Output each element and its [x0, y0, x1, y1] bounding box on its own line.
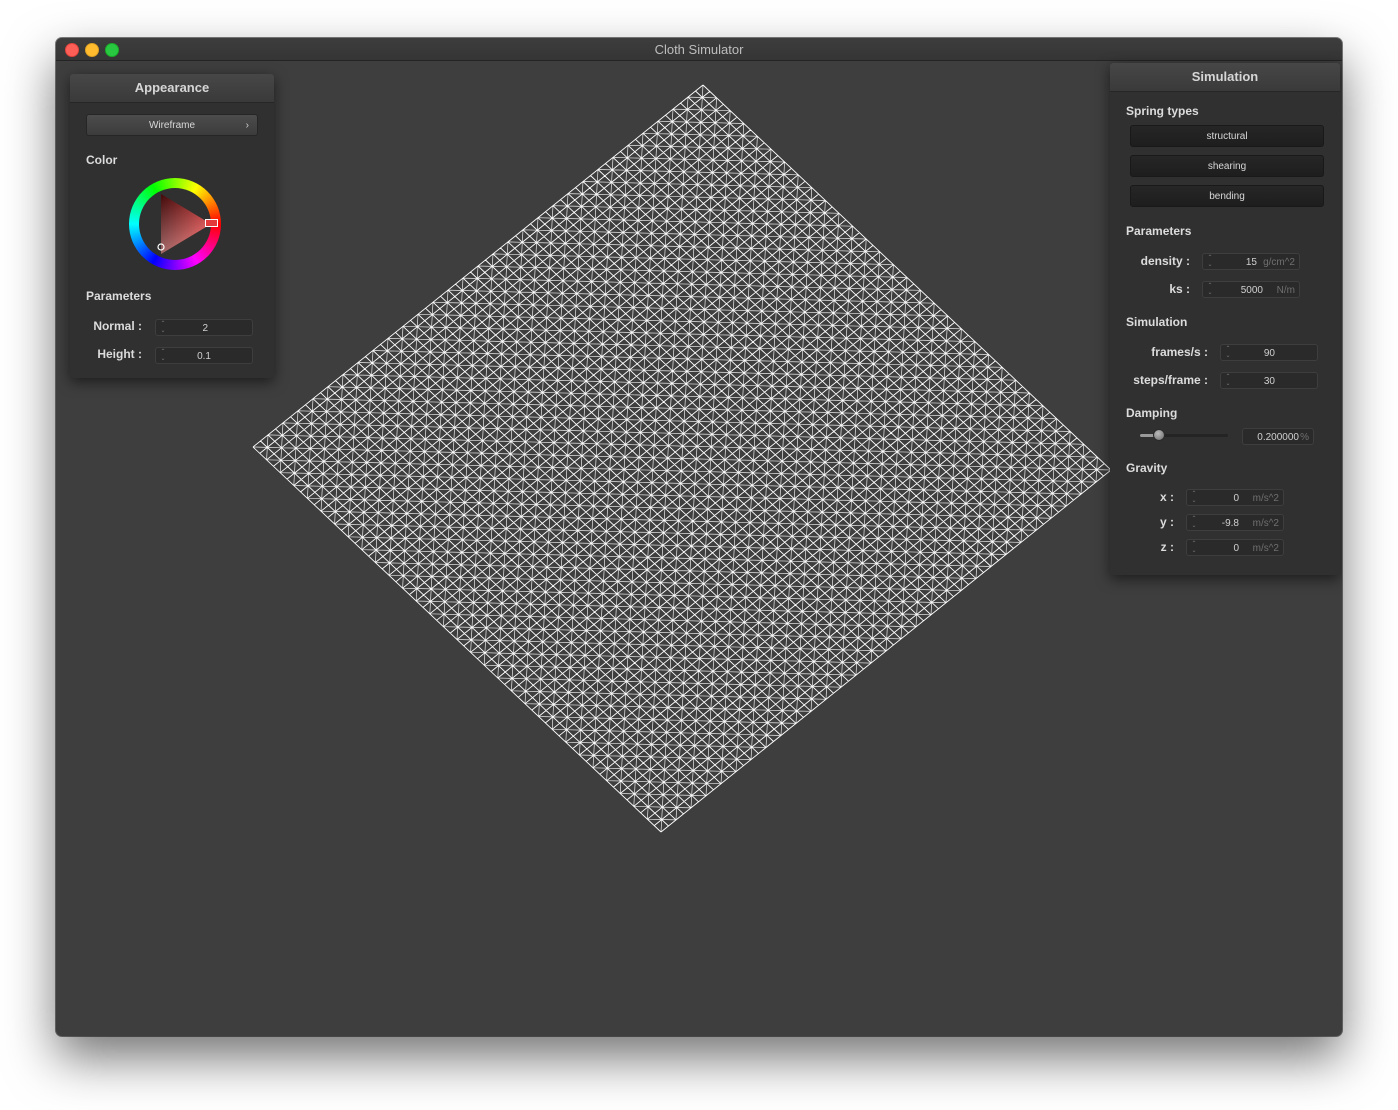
normal-label: Normal : [93, 319, 142, 333]
appearance-panel-title[interactable]: Appearance [70, 74, 274, 103]
height-input[interactable]: ⌃ ⌄ 0.1 [155, 347, 253, 364]
simulation-viewport[interactable]: Appearance Wireframe › Color Parameters … [56, 61, 1342, 1036]
bending-button[interactable]: bending [1130, 185, 1324, 207]
height-label: Height : [97, 347, 142, 361]
hue-marker[interactable] [205, 219, 218, 227]
color-wheel[interactable] [129, 178, 221, 270]
gravity-x-input[interactable]: ⌃ ⌄ 0 m/s^2 [1186, 489, 1284, 506]
structural-button[interactable]: structural [1130, 125, 1324, 147]
stepper-icon[interactable]: ⌃ ⌄ [160, 349, 166, 363]
stepper-icon[interactable]: ⌃ ⌄ [1225, 374, 1231, 388]
simulation-section-label: Simulation [1126, 315, 1188, 329]
stepper-icon[interactable]: ⌃ ⌄ [160, 321, 166, 335]
gravity-z-label: z : [1160, 540, 1174, 554]
appearance-panel: Appearance Wireframe › Color Parameters … [70, 74, 274, 378]
gravity-y-label: y : [1159, 515, 1174, 529]
shader-dropdown-label: Wireframe [148, 120, 196, 131]
sim-parameters-label: Parameters [1126, 224, 1192, 238]
frames-per-sec-input[interactable]: ⌃ ⌄ 90 [1220, 344, 1318, 361]
gravity-z-input[interactable]: ⌃ ⌄ 0 m/s^2 [1186, 539, 1284, 556]
gravity-x-label: x : [1159, 490, 1174, 504]
stepper-icon[interactable]: ⌃ ⌄ [1207, 255, 1213, 269]
steps-per-frame-input[interactable]: ⌃ ⌄ 30 [1220, 372, 1318, 389]
stepper-icon[interactable]: ⌃ ⌄ [1191, 541, 1197, 555]
title-bar: Cloth Simulator [56, 38, 1342, 61]
color-label: Color [86, 153, 118, 167]
ks-label: ks : [1169, 282, 1190, 296]
density-input[interactable]: ⌃ ⌄ 15 g/cm^2 [1202, 253, 1300, 270]
app-window: Cloth Simulator Appearance Wireframe › C… [56, 38, 1342, 1036]
stepper-icon[interactable]: ⌃ ⌄ [1207, 283, 1213, 297]
ks-input[interactable]: ⌃ ⌄ 5000 N/m [1202, 281, 1300, 298]
stepper-icon[interactable]: ⌃ ⌄ [1191, 516, 1197, 530]
simulation-panel: Simulation Spring types structural shear… [1110, 63, 1340, 575]
gravity-y-input[interactable]: ⌃ ⌄ -9.8 m/s^2 [1186, 514, 1284, 531]
steps-per-frame-label: steps/frame : [1133, 373, 1208, 387]
stepper-icon[interactable]: ⌃ ⌄ [1191, 491, 1197, 505]
normal-input[interactable]: ⌃ ⌄ 2 [155, 319, 253, 336]
density-label: density : [1140, 254, 1190, 268]
damping-label: Damping [1126, 406, 1178, 420]
shader-dropdown[interactable]: Wireframe › [86, 114, 258, 136]
gravity-label: Gravity [1126, 461, 1168, 475]
spring-types-label: Spring types [1126, 104, 1199, 118]
damping-slider-knob[interactable] [1152, 429, 1165, 441]
appearance-parameters-label: Parameters [86, 289, 152, 303]
chevron-right-icon: › [245, 120, 249, 131]
stepper-icon[interactable]: ⌃ ⌄ [1225, 346, 1231, 360]
simulation-panel-title[interactable]: Simulation [1110, 63, 1340, 92]
window-title: Cloth Simulator [654, 42, 744, 57]
damping-input[interactable]: 0.200000 % [1242, 428, 1314, 445]
frames-per-sec-label: frames/s : [1151, 345, 1208, 359]
shearing-button[interactable]: shearing [1130, 155, 1324, 177]
